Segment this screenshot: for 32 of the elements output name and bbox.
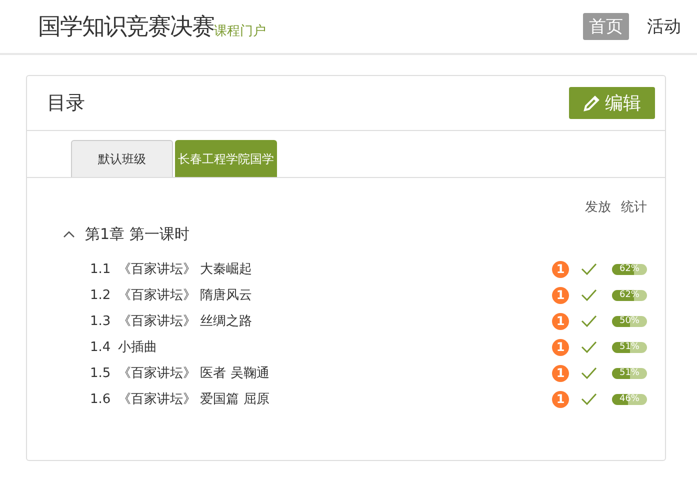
count-badge: 1 xyxy=(552,390,569,408)
card-title: 目录 xyxy=(47,91,85,116)
progress-reading: 51% xyxy=(618,368,640,378)
lesson-title[interactable]: 《百家讲坛》 大秦崛起 xyxy=(118,260,552,278)
progress-reading: 51% xyxy=(618,342,640,352)
count-badge: 1 xyxy=(552,364,569,382)
progress-reading: 62% xyxy=(618,290,640,300)
lesson-title[interactable]: 《百家讲坛》 医者 吴鞠通 xyxy=(118,364,552,382)
lesson-title[interactable]: 《百家讲坛》 爱国篇 屈原 xyxy=(118,390,552,408)
lesson-number: 1.5 xyxy=(90,366,112,380)
class-tab[interactable]: 默认班级 xyxy=(71,140,173,177)
progress-reading: 50% xyxy=(618,316,640,326)
count-badge: 1 xyxy=(552,286,569,304)
count-badge: 1 xyxy=(552,312,569,330)
lesson-title[interactable]: 小插曲 xyxy=(118,338,552,356)
count-badge: 1 xyxy=(552,338,569,356)
chapter-title[interactable]: 第1章 第一课时 xyxy=(85,224,190,244)
lesson-number: 1.6 xyxy=(90,392,112,406)
lesson-number: 1.3 xyxy=(90,314,112,328)
chevron-icon[interactable] xyxy=(63,230,75,238)
lesson-number: 1.1 xyxy=(90,262,112,276)
nav-link[interactable]: 活动 xyxy=(641,13,687,40)
pencil-icon xyxy=(583,94,601,112)
site-title: 国学知识竞赛决赛 xyxy=(38,13,214,42)
count-badge: 1 xyxy=(552,260,569,278)
lesson-title[interactable]: 《百家讲坛》 丝绸之路 xyxy=(118,312,552,330)
column-header: 发放 xyxy=(585,199,611,216)
lesson-number: 1.4 xyxy=(90,340,112,354)
lesson-title[interactable]: 《百家讲坛》 隋唐风云 xyxy=(118,286,552,304)
progress-reading: 62% xyxy=(618,264,640,274)
column-header: 统计 xyxy=(621,199,647,216)
lesson-number: 1.2 xyxy=(90,288,112,302)
